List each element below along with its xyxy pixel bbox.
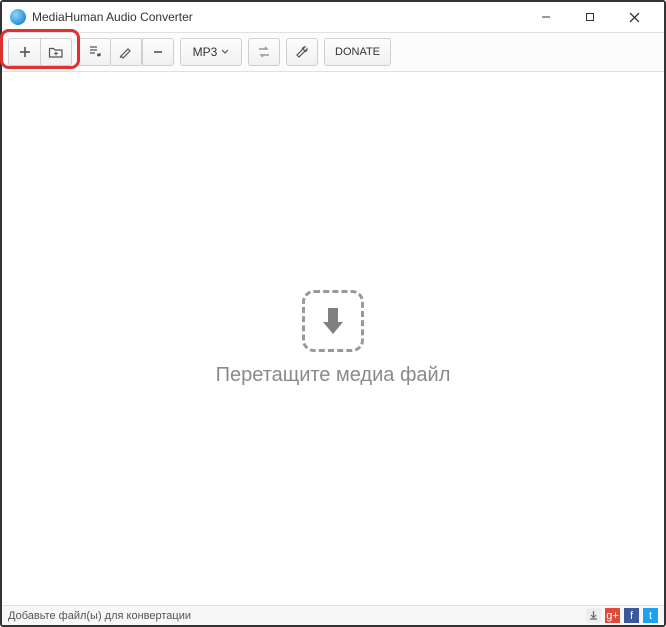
donate-label: DONATE [335, 46, 380, 58]
titlebar: MediaHuman Audio Converter [2, 2, 664, 32]
settings-button[interactable] [286, 38, 318, 66]
convert-arrows-icon [256, 45, 272, 59]
toolbar: MP3 DONATE [2, 32, 664, 72]
twitter-icon[interactable]: t [643, 608, 658, 623]
plus-icon [18, 45, 32, 59]
drop-message: Перетащите медиа файл [216, 364, 451, 387]
locate-button[interactable] [78, 38, 110, 66]
updates-icon[interactable] [586, 608, 601, 623]
convert-button[interactable] [248, 38, 280, 66]
wrench-icon [295, 45, 309, 59]
googleplus-icon[interactable]: g+ [605, 608, 620, 623]
window-controls [524, 3, 656, 31]
add-file-button[interactable] [8, 38, 40, 66]
format-select-label: MP3 [193, 45, 218, 59]
minus-icon [152, 46, 164, 58]
music-search-icon [88, 45, 102, 59]
format-select[interactable]: MP3 [180, 38, 242, 66]
brush-icon [118, 45, 134, 59]
status-icons: g+ f t [586, 608, 658, 623]
add-button-group [8, 38, 72, 66]
minimize-button[interactable] [524, 3, 568, 31]
donate-button[interactable]: DONATE [324, 38, 391, 66]
drop-area[interactable]: Перетащите медиа файл [2, 72, 664, 605]
app-icon [10, 9, 26, 25]
remove-button[interactable] [142, 38, 174, 66]
playlist-button-group [78, 38, 174, 66]
drop-icon-frame [302, 290, 364, 352]
add-folder-button[interactable] [40, 38, 72, 66]
download-arrow-icon [317, 304, 349, 338]
window-title: MediaHuman Audio Converter [32, 10, 524, 24]
close-button[interactable] [612, 3, 656, 31]
clear-button[interactable] [110, 38, 142, 66]
facebook-icon[interactable]: f [624, 608, 639, 623]
status-message: Добавьте файл(ы) для конвертации [8, 610, 191, 622]
chevron-down-icon [221, 49, 229, 55]
folder-plus-icon [48, 45, 64, 59]
maximize-button[interactable] [568, 3, 612, 31]
statusbar: Добавьте файл(ы) для конвертации g+ f t [2, 605, 664, 625]
